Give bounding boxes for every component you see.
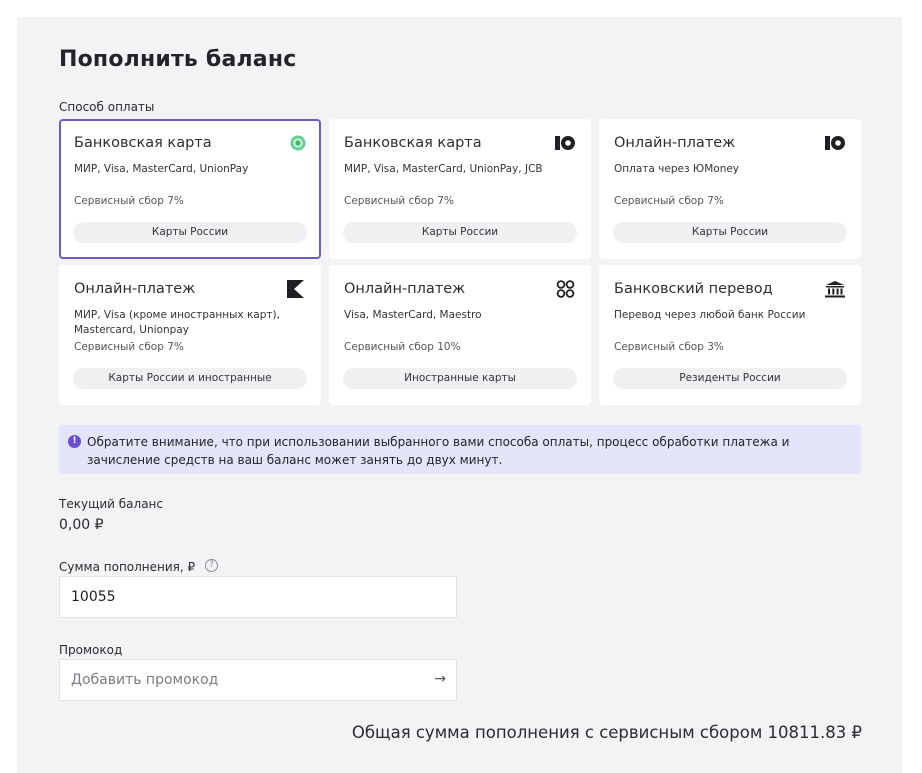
card-tag: Карты России — [343, 222, 577, 243]
card-tag: Иностранные карты — [343, 368, 577, 389]
card-title: Банковский перевод — [614, 281, 773, 297]
card-fee: Сервисный сбор 7% — [74, 341, 184, 353]
four-dots-icon — [556, 280, 575, 298]
arrow-right-icon[interactable]: → — [434, 671, 446, 687]
question-icon[interactable]: ? — [205, 559, 218, 572]
card-description: МИР, Visa (кроме иностранных карт), Mast… — [74, 309, 280, 336]
page-title: Пополнить баланс — [59, 47, 297, 72]
card-tag: Карты России — [613, 222, 847, 243]
promo-input[interactable] — [60, 660, 420, 700]
bank-icon — [825, 281, 845, 298]
current-balance-value: 0,00 ₽ — [59, 517, 104, 533]
card-fee: Сервисный сбор 7% — [74, 195, 184, 207]
payment-method-card-bank-card-2[interactable]: Банковская карта МИР, Visa, MasterCard, … — [329, 119, 591, 259]
payment-method-card-online-yoomoney[interactable]: Онлайн-платеж Оплата через ЮMoney Сервис… — [599, 119, 861, 259]
green-circle-icon — [290, 135, 306, 151]
card-title: Онлайн-платеж — [344, 281, 466, 297]
card-fee: Сервисный сбор 10% — [344, 341, 461, 353]
card-description: МИР, Visa, MasterCard, UnionPay, JCB — [344, 163, 543, 175]
notice-text: Обратите внимание, что при использовании… — [87, 435, 790, 467]
card-description: МИР, Visa, MasterCard, UnionPay — [74, 163, 249, 175]
yoomoney-icon — [825, 136, 845, 150]
processing-notice: ! Обратите внимание, что при использован… — [59, 425, 861, 474]
card-title: Онлайн-платеж — [74, 281, 196, 297]
payment-method-label: Способ оплаты — [59, 100, 155, 114]
topup-panel: Пополнить баланс Способ оплаты Банковска… — [17, 17, 902, 773]
amount-input[interactable] — [59, 576, 457, 618]
card-fee: Сервисный сбор 7% — [614, 195, 724, 207]
k-logo-icon — [287, 280, 304, 298]
card-tag: Карты России и иностранные — [73, 368, 307, 389]
card-title: Банковская карта — [344, 135, 482, 151]
card-fee: Сервисный сбор 3% — [614, 341, 724, 353]
card-description: Перевод через любой банк России — [614, 309, 806, 321]
card-tag: Карты России — [73, 222, 307, 243]
payment-method-grid: Банковская карта МИР, Visa, MasterCard, … — [59, 119, 861, 405]
card-fee: Сервисный сбор 7% — [344, 195, 454, 207]
promo-label: Промокод — [59, 643, 123, 657]
amount-label: Сумма пополнения, ₽ — [59, 560, 196, 574]
promo-field: → — [59, 659, 457, 701]
payment-method-card-bank-card-1[interactable]: Банковская карта МИР, Visa, MasterCard, … — [59, 119, 321, 259]
payment-method-card-online-k[interactable]: Онлайн-платеж МИР, Visa (кроме иностранн… — [59, 265, 321, 405]
card-tag: Резиденты России — [613, 368, 847, 389]
exclamation-icon: ! — [68, 435, 81, 448]
current-balance-label: Текущий баланс — [59, 497, 163, 511]
payment-method-card-bank-transfer[interactable]: Банковский перевод Перевод через любой б… — [599, 265, 861, 405]
yoomoney-icon — [555, 136, 575, 150]
total-amount: Общая сумма пополнения с сервисным сборо… — [351, 723, 862, 742]
card-description: Оплата через ЮMoney — [614, 163, 740, 175]
card-title: Банковская карта — [74, 135, 212, 151]
payment-method-card-online-foreign[interactable]: Онлайн-платеж Visa, MasterCard, Maestro … — [329, 265, 591, 405]
card-description: Visa, MasterCard, Maestro — [344, 309, 482, 321]
card-title: Онлайн-платеж — [614, 135, 736, 151]
